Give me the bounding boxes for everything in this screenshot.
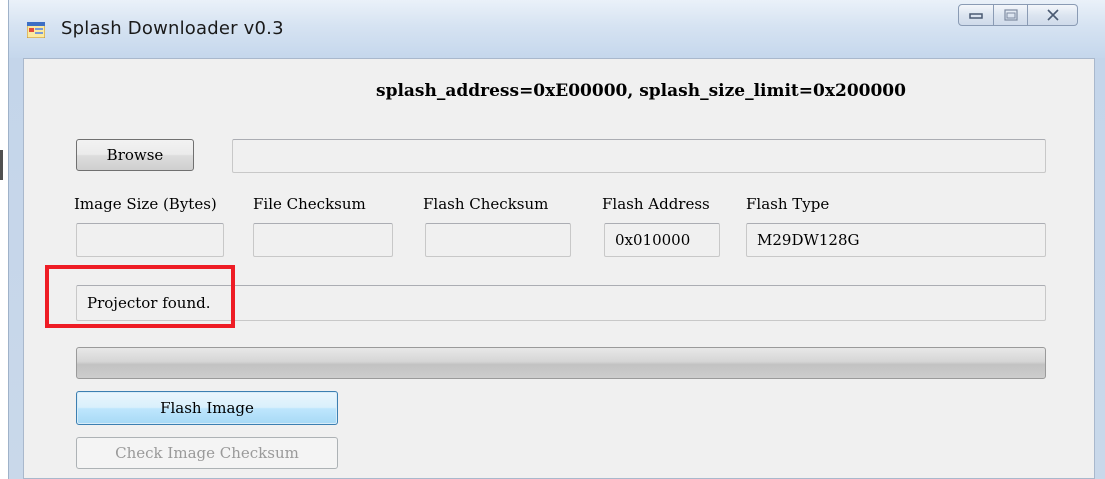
flash-type-label: Flash Type [746, 195, 830, 213]
browse-button[interactable]: Browse [76, 139, 194, 171]
flash-type-field[interactable]: M29DW128G [746, 223, 1046, 257]
file-checksum-label: File Checksum [253, 195, 366, 213]
app-icon [26, 21, 46, 39]
splash-info: splash_address=0xE00000, splash_size_lim… [376, 81, 906, 101]
image-size-field[interactable] [76, 223, 224, 257]
maximize-button[interactable] [994, 4, 1028, 26]
image-size-label: Image Size (Bytes) [74, 195, 217, 213]
progress-bar [76, 347, 1046, 379]
file-path-field[interactable] [232, 139, 1046, 173]
main-window: Splash Downloader v0.3 splash_address=0x… [8, 0, 1105, 479]
window-title: Splash Downloader v0.3 [61, 18, 284, 39]
flash-address-label: Flash Address [602, 195, 710, 213]
window-controls [958, 4, 1078, 26]
check-image-checksum-button[interactable]: Check Image Checksum [76, 437, 338, 469]
close-icon [1046, 9, 1060, 21]
flash-address-field[interactable]: 0x010000 [604, 223, 720, 257]
minimize-icon [969, 11, 983, 19]
flash-checksum-label: Flash Checksum [423, 195, 549, 213]
flash-image-button[interactable]: Flash Image [76, 391, 338, 425]
flash-checksum-field[interactable] [425, 223, 571, 257]
screen-edge [0, 150, 3, 180]
maximize-icon [1003, 9, 1018, 21]
minimize-button[interactable] [958, 4, 994, 26]
file-checksum-field[interactable] [253, 223, 393, 257]
title-bar[interactable]: Splash Downloader v0.3 [9, 0, 1105, 58]
highlight-annotation [45, 265, 235, 328]
close-button[interactable] [1028, 4, 1078, 26]
